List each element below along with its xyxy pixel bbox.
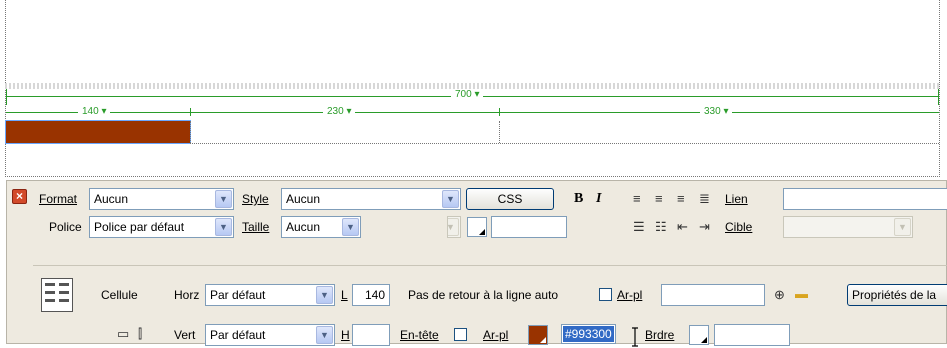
canvas-right-border bbox=[939, 0, 940, 177]
canvas-bottom-border bbox=[5, 176, 940, 177]
width-label: L bbox=[341, 288, 348, 302]
align-right-icon[interactable]: ≡ bbox=[677, 191, 685, 207]
bold-button[interactable]: B bbox=[574, 191, 583, 207]
nowrap-label: Pas de retour à la ligne auto bbox=[408, 288, 559, 302]
width-input[interactable]: 140 bbox=[352, 284, 390, 306]
chevron-down-icon: ▼ bbox=[215, 218, 232, 236]
border-color-input[interactable] bbox=[714, 324, 790, 346]
style-select-value: Aucun bbox=[286, 192, 321, 206]
chevron-down-icon: ▼ bbox=[316, 326, 333, 344]
header-label: En-tête bbox=[400, 328, 439, 342]
bg-color-input[interactable]: #993300 bbox=[561, 324, 616, 344]
guide-tick-left bbox=[6, 89, 7, 105]
size-unit-select: ▼ bbox=[447, 216, 461, 238]
horz-label: Horz bbox=[174, 288, 200, 302]
height-label: H bbox=[341, 328, 350, 342]
target-label: Cible bbox=[725, 220, 753, 234]
format-select[interactable]: Aucun ▼ bbox=[89, 188, 234, 210]
text-color-input[interactable] bbox=[491, 216, 567, 238]
style-select[interactable]: Aucun ▼ bbox=[281, 188, 461, 210]
size-label: Taille bbox=[242, 220, 270, 234]
bg-image-label: Ar-pl bbox=[617, 288, 643, 302]
nowrap-checkbox[interactable] bbox=[599, 288, 612, 301]
point-to-file-icon[interactable]: ⊕ bbox=[774, 287, 785, 303]
font-label: Police bbox=[49, 220, 82, 234]
chevron-down-icon: ▼ bbox=[342, 218, 359, 236]
align-left-icon[interactable]: ≡ bbox=[633, 191, 641, 207]
format-label: Format bbox=[39, 192, 78, 206]
align-justify-icon[interactable]: ≣ bbox=[699, 191, 710, 207]
close-icon[interactable]: × bbox=[12, 189, 27, 204]
col-tick-2 bbox=[499, 108, 500, 116]
folder-icon[interactable]: ▬ bbox=[795, 286, 808, 302]
bg-color-label: Ar-pl bbox=[483, 328, 509, 342]
split-cell-icon[interactable]: ⫿ bbox=[138, 326, 142, 342]
style-label: Style bbox=[242, 192, 269, 206]
cell-divider-2 bbox=[499, 121, 500, 143]
chevron-down-icon: ▼ bbox=[894, 218, 911, 236]
border-label: Brdre bbox=[645, 328, 675, 342]
table-width-label[interactable]: 700 ▾ bbox=[451, 89, 484, 101]
link-label: Lien bbox=[725, 192, 748, 206]
selected-table-cell[interactable] bbox=[5, 120, 191, 144]
col1-width-label[interactable]: 140 ▾ bbox=[78, 106, 111, 118]
col-tick-1 bbox=[190, 108, 191, 116]
bg-color-input-value: #993300 bbox=[563, 326, 614, 342]
height-input[interactable] bbox=[352, 324, 390, 346]
table-row-bottom bbox=[190, 143, 939, 144]
panel-section-divider bbox=[33, 265, 947, 266]
css-button[interactable]: CSS bbox=[466, 188, 554, 210]
vert-label: Vert bbox=[174, 328, 196, 342]
ordered-list-icon[interactable]: ☷ bbox=[655, 219, 667, 235]
merge-cells-icon[interactable]: ▭ bbox=[117, 326, 129, 342]
chevron-down-icon: ▼ bbox=[442, 190, 459, 208]
column-width-guide bbox=[6, 112, 939, 113]
text-cursor-icon bbox=[632, 327, 638, 347]
page-properties-button-label: Propriétés de la bbox=[852, 288, 937, 302]
design-view[interactable]: 700 ▾ 140 ▾ 230 ▾ 330 ▾ bbox=[0, 0, 947, 180]
size-select[interactable]: Aucun ▼ bbox=[281, 216, 361, 238]
font-select[interactable]: Police par défaut ▼ bbox=[89, 216, 234, 238]
col2-width-label[interactable]: 230 ▾ bbox=[323, 106, 356, 118]
table-cell-icon bbox=[41, 278, 73, 312]
size-select-value: Aucun bbox=[286, 220, 321, 234]
cell-divider-1 bbox=[190, 121, 191, 143]
page-properties-button[interactable]: Propriétés de la bbox=[847, 284, 947, 306]
bg-image-input[interactable] bbox=[661, 284, 765, 306]
unordered-list-icon[interactable]: ☰ bbox=[633, 219, 645, 235]
text-color-swatch[interactable] bbox=[467, 217, 487, 237]
border-color-swatch[interactable] bbox=[689, 325, 709, 345]
horz-select-value: Par défaut bbox=[210, 288, 266, 302]
vert-select[interactable]: Par défaut ▼ bbox=[205, 324, 335, 346]
cell-label: Cellule bbox=[101, 288, 138, 302]
chevron-down-icon: ▼ bbox=[215, 190, 232, 208]
format-select-value: Aucun bbox=[94, 192, 129, 206]
align-center-icon[interactable]: ≡ bbox=[655, 191, 663, 207]
italic-button[interactable]: I bbox=[596, 191, 601, 207]
indent-icon[interactable]: ⇥ bbox=[699, 219, 710, 235]
outdent-icon[interactable]: ⇤ bbox=[677, 219, 688, 235]
horz-select[interactable]: Par défaut ▼ bbox=[205, 284, 335, 306]
link-input[interactable] bbox=[783, 188, 947, 210]
target-select: ▼ bbox=[783, 216, 913, 238]
bg-color-swatch[interactable] bbox=[528, 325, 548, 345]
chevron-down-icon: ▼ bbox=[448, 218, 459, 236]
col3-width-label[interactable]: 330 ▾ bbox=[700, 106, 733, 118]
property-inspector: × Format Aucun ▼ Style Aucun ▼ CSS B I ≡ ≡… bbox=[6, 180, 947, 347]
chevron-down-icon: ▼ bbox=[316, 286, 333, 304]
vert-select-value: Par défaut bbox=[210, 328, 266, 342]
guide-tick-right bbox=[938, 89, 939, 105]
width-input-value: 140 bbox=[364, 288, 385, 302]
font-select-value: Police par défaut bbox=[94, 220, 185, 234]
header-checkbox[interactable] bbox=[454, 328, 467, 341]
